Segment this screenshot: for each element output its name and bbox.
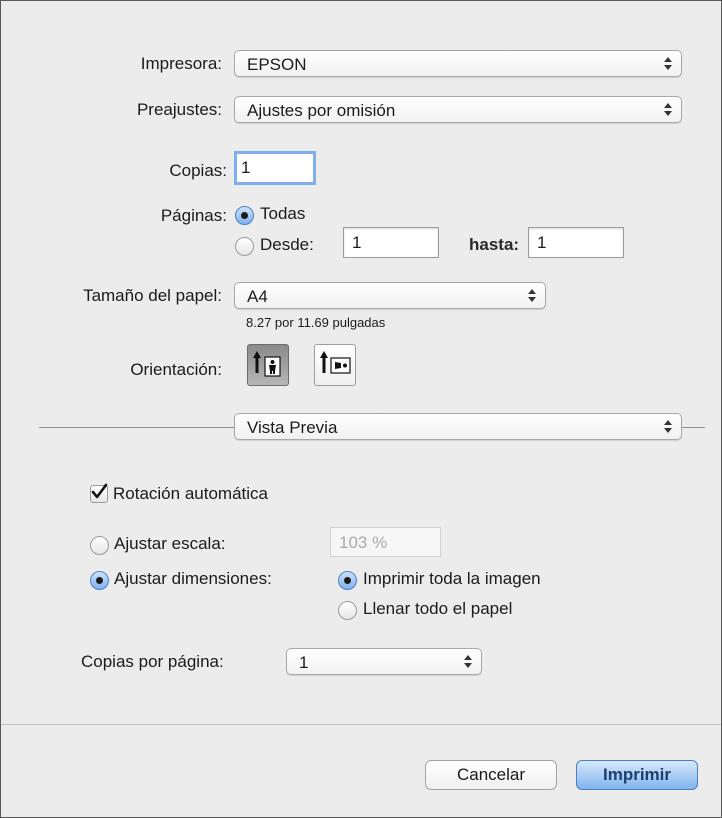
paper-size-value: A4 [247, 287, 268, 306]
paper-size-popup[interactable]: A4 [234, 282, 546, 309]
scale-input[interactable]: 103 % [330, 527, 441, 557]
fit-whole-image-label: Imprimir toda la imagen [363, 569, 541, 588]
pages-to-value: 1 [537, 233, 547, 252]
pages-all-radio[interactable] [235, 206, 254, 225]
pages-per-sheet-label: Copias por página: [81, 652, 224, 671]
section-menu-value: Vista Previa [247, 418, 338, 437]
updown-arrows-icon [664, 420, 672, 433]
checkmark-icon [91, 483, 108, 499]
auto-rotate-checkbox[interactable] [90, 483, 108, 503]
divider-left [39, 427, 234, 428]
copies-label: Copias: [169, 161, 227, 180]
portrait-orientation-button[interactable] [247, 344, 289, 386]
updown-arrows-icon [664, 103, 672, 116]
printer-popup[interactable]: EPSON [234, 50, 682, 77]
pages-per-sheet-popup[interactable]: 1 [286, 648, 482, 675]
updown-arrows-icon [664, 57, 672, 70]
fit-radio[interactable] [90, 571, 109, 590]
updown-arrows-icon [464, 655, 472, 668]
pages-to-input[interactable]: 1 [528, 227, 624, 258]
pages-per-sheet-value: 1 [299, 653, 309, 672]
presets-popup[interactable]: Ajustes por omisión [234, 96, 682, 123]
fit-fill-paper-radio[interactable] [338, 601, 357, 620]
printer-label: Impresora: [140, 54, 222, 73]
bottom-separator [1, 724, 721, 725]
divider-right [682, 427, 705, 428]
updown-arrows-icon [528, 289, 536, 302]
paper-dimensions: 8.27 por 11.69 pulgadas [246, 315, 386, 330]
landscape-orientation-button[interactable] [314, 344, 356, 386]
print-dialog: Impresora: EPSON Preajustes: Ajustes por… [0, 0, 722, 818]
section-menu-popup[interactable]: Vista Previa [234, 413, 682, 440]
fit-whole-image-radio[interactable] [338, 571, 357, 590]
pages-from-value: 1 [352, 233, 362, 252]
pages-from-input[interactable]: 1 [343, 227, 439, 258]
portrait-orientation-icon [253, 351, 281, 377]
orientation-label: Orientación: [130, 360, 222, 379]
paper-size-label: Tamaño del papel: [83, 286, 222, 305]
scale-label: Ajustar escala: [114, 534, 226, 553]
cancel-button[interactable]: Cancelar [425, 760, 557, 790]
fit-fill-paper-label: Llenar todo el papel [363, 599, 513, 618]
pages-label: Páginas: [160, 206, 227, 225]
print-button[interactable]: Imprimir [576, 760, 698, 790]
pages-from-radio[interactable] [235, 237, 254, 256]
scale-value: 103 % [339, 533, 388, 552]
pages-all-label: Todas [260, 204, 306, 223]
printer-value: EPSON [247, 55, 307, 74]
pages-from-label: Desde: [260, 235, 314, 254]
presets-label: Preajustes: [136, 100, 222, 119]
fit-label: Ajustar dimensiones: [114, 569, 272, 588]
presets-value: Ajustes por omisión [247, 101, 396, 120]
landscape-orientation-icon [320, 351, 351, 374]
pages-to-label: hasta: [469, 235, 520, 254]
copies-input[interactable]: 1 [234, 151, 316, 185]
auto-rotate-label: Rotación automática [113, 484, 268, 503]
copies-value: 1 [241, 158, 251, 177]
scale-radio[interactable] [90, 536, 109, 555]
